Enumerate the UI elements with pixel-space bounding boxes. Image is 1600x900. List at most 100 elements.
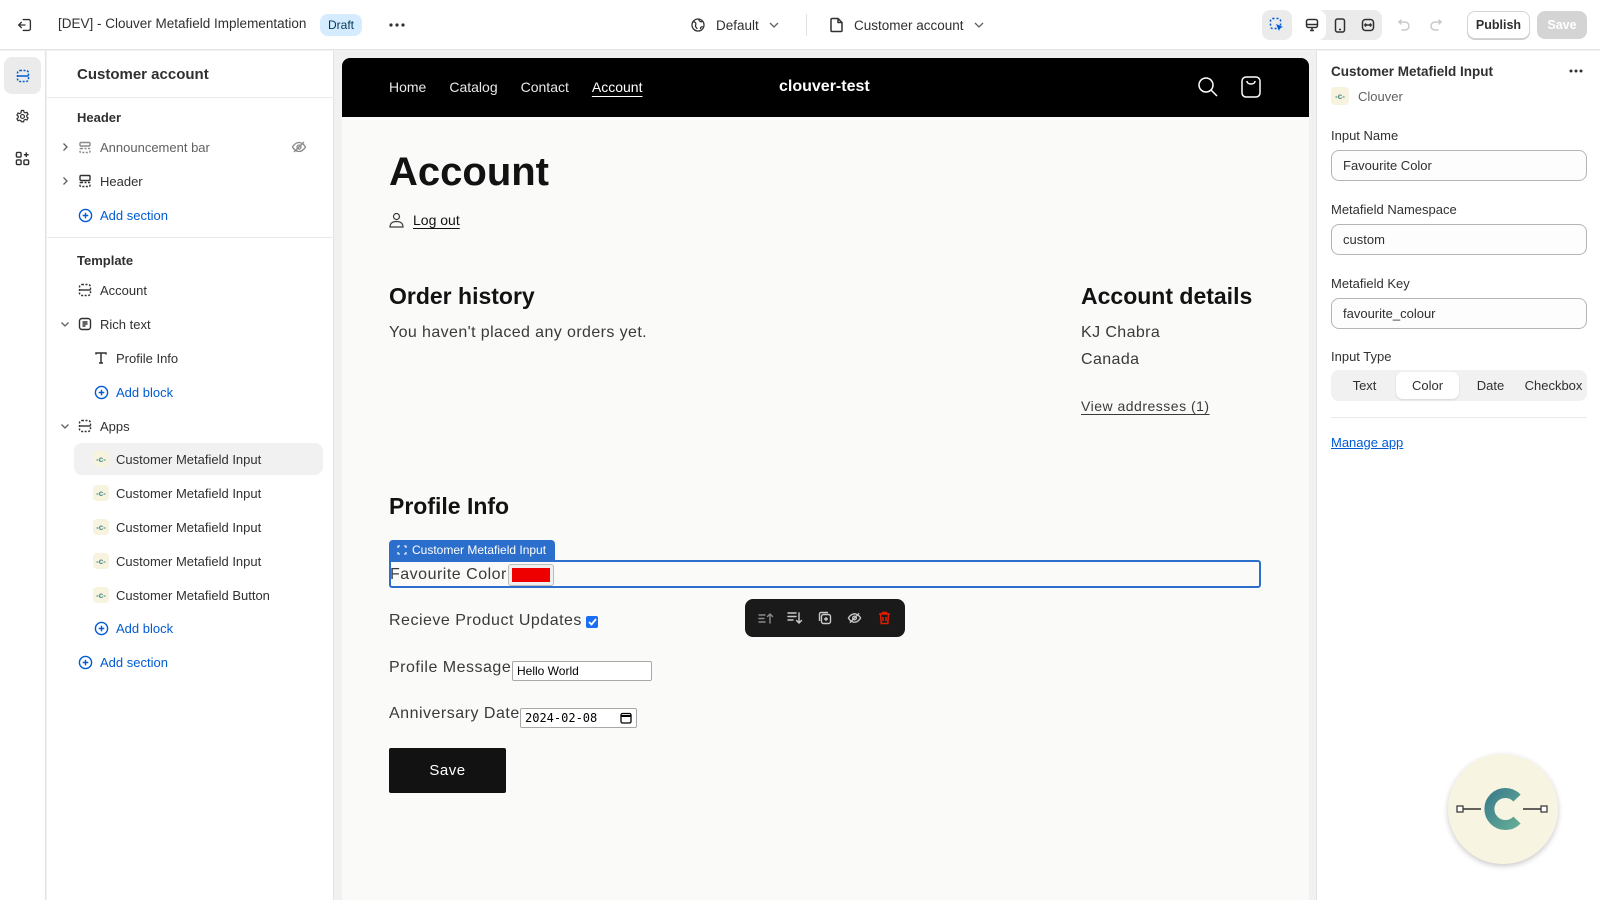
settings-icon bbox=[16, 109, 29, 123]
block-label: Customer Metafield Input bbox=[116, 553, 262, 569]
metafield-key-field[interactable] bbox=[1331, 298, 1587, 329]
undo-icon bbox=[1397, 19, 1410, 31]
more-horizontal-icon bbox=[389, 23, 405, 27]
desktop-view-button[interactable] bbox=[1298, 10, 1326, 40]
clouver-app-icon: -c- bbox=[93, 485, 109, 501]
add-block-apps-button[interactable]: Add block bbox=[93, 612, 317, 644]
page-icon bbox=[830, 17, 843, 33]
desktop-icon bbox=[1305, 18, 1319, 32]
favourite-color-label: Favourite Color bbox=[390, 566, 507, 583]
hide-block-button[interactable] bbox=[843, 606, 867, 630]
input-name-field[interactable] bbox=[1331, 150, 1587, 181]
publish-button[interactable]: Publish bbox=[1467, 11, 1530, 39]
rail-sections-button[interactable] bbox=[4, 57, 41, 94]
save-button[interactable]: Save bbox=[1537, 11, 1587, 39]
customer-name: KJ Chabra bbox=[1081, 324, 1161, 341]
store-name[interactable]: clouver-test bbox=[779, 78, 870, 96]
undo-button[interactable] bbox=[1392, 13, 1416, 37]
duplicate-button[interactable] bbox=[813, 606, 837, 630]
block-customer-metafield-input-1[interactable]: -c- Customer Metafield Input bbox=[74, 443, 323, 475]
inspector-toggle[interactable] bbox=[1262, 10, 1292, 40]
clouver-app-launcher[interactable] bbox=[1448, 754, 1558, 864]
profile-message-input[interactable] bbox=[512, 661, 652, 681]
input-type-checkbox[interactable]: Checkbox bbox=[1522, 372, 1585, 399]
nav-contact[interactable]: Contact bbox=[521, 79, 569, 95]
profile-info-heading: Profile Info bbox=[389, 493, 510, 519]
view-addresses-link[interactable]: View addresses (1) bbox=[1081, 398, 1210, 414]
store-nav: Home Catalog Contact Account bbox=[389, 79, 642, 95]
add-section-header-button[interactable]: Add section bbox=[77, 199, 317, 231]
hidden-eye-icon[interactable] bbox=[291, 139, 307, 155]
input-type-date[interactable]: Date bbox=[1459, 372, 1522, 399]
topbar-divider bbox=[806, 14, 807, 36]
section-account[interactable]: Account bbox=[77, 274, 317, 306]
plus-circle-icon bbox=[78, 655, 92, 669]
input-type-color[interactable]: Color bbox=[1396, 372, 1459, 399]
move-down-button[interactable] bbox=[783, 606, 807, 630]
sections-icon bbox=[16, 69, 29, 82]
rich-text-icon bbox=[78, 317, 92, 331]
logout-label[interactable]: Log out bbox=[413, 212, 460, 228]
section-label: Rich text bbox=[100, 316, 151, 332]
section-icon bbox=[79, 174, 91, 188]
add-block-rich-text-button[interactable]: Add block bbox=[93, 376, 317, 408]
add-section-template-button[interactable]: Add section bbox=[77, 646, 317, 678]
exit-button[interactable] bbox=[12, 12, 38, 38]
fullwidth-icon bbox=[1361, 18, 1375, 32]
inspect-cursor-icon bbox=[1269, 17, 1283, 31]
anniversary-date-input[interactable]: 2024-02-08 bbox=[520, 708, 637, 728]
profile-message-label: Profile Message bbox=[389, 659, 512, 676]
header-group-label: Header bbox=[77, 110, 122, 125]
section-announcement-bar[interactable]: Announcement bar bbox=[63, 131, 317, 163]
block-profile-info[interactable]: Profile Info bbox=[93, 342, 317, 374]
add-section-label: Add section bbox=[100, 207, 168, 223]
input-name-label: Input Name bbox=[1331, 128, 1399, 143]
theme-selector[interactable]: Default bbox=[690, 12, 779, 38]
block-customer-metafield-input-2[interactable]: -c- Customer Metafield Input bbox=[93, 477, 317, 509]
metafield-namespace-label: Metafield Namespace bbox=[1331, 202, 1457, 217]
block-frame-icon bbox=[397, 545, 407, 555]
favourite-color-input[interactable] bbox=[508, 564, 554, 586]
user-icon bbox=[389, 212, 404, 228]
nav-home[interactable]: Home bbox=[389, 79, 426, 95]
nav-account[interactable]: Account bbox=[592, 79, 643, 95]
chevron-down-icon bbox=[61, 424, 69, 429]
rail-apps-button[interactable] bbox=[4, 140, 41, 177]
section-rich-text[interactable]: Rich text bbox=[61, 308, 317, 340]
text-icon bbox=[95, 352, 107, 364]
profile-save-button[interactable]: Save bbox=[389, 748, 506, 793]
more-actions-button[interactable] bbox=[384, 12, 410, 38]
block-customer-metafield-button[interactable]: -c- Customer Metafield Button bbox=[93, 579, 317, 611]
rail-settings-button[interactable] bbox=[4, 98, 41, 135]
block-label: Customer Metafield Input bbox=[116, 519, 262, 535]
mobile-view-button[interactable] bbox=[1326, 10, 1354, 40]
logout-link[interactable]: Log out bbox=[389, 212, 460, 228]
fullscreen-view-button[interactable] bbox=[1354, 10, 1382, 40]
search-icon[interactable] bbox=[1197, 76, 1219, 98]
cart-icon[interactable] bbox=[1240, 75, 1262, 99]
page-selector[interactable]: Customer account bbox=[830, 12, 984, 38]
section-apps[interactable]: Apps bbox=[61, 410, 317, 442]
block-customer-metafield-input-4[interactable]: -c- Customer Metafield Input bbox=[93, 545, 317, 577]
section-label: Apps bbox=[100, 418, 130, 434]
settings-more-button[interactable] bbox=[1565, 61, 1587, 81]
delete-block-button[interactable] bbox=[872, 606, 896, 630]
anniversary-date-label: Anniversary Date bbox=[389, 705, 520, 722]
nav-catalog[interactable]: Catalog bbox=[449, 79, 497, 95]
calendar-icon[interactable] bbox=[620, 712, 632, 724]
move-up-icon bbox=[758, 613, 773, 624]
input-type-text[interactable]: Text bbox=[1333, 372, 1396, 399]
store-header: Home Catalog Contact Account clouver-tes… bbox=[342, 58, 1309, 117]
metafield-namespace-field[interactable] bbox=[1331, 224, 1587, 255]
manage-app-link[interactable]: Manage app bbox=[1331, 435, 1403, 450]
redo-button[interactable] bbox=[1424, 13, 1448, 37]
section-header[interactable]: Header bbox=[63, 165, 317, 197]
updates-checkbox[interactable] bbox=[586, 616, 598, 628]
chevron-right-icon bbox=[63, 177, 68, 185]
storefront-preview: Home Catalog Contact Account clouver-tes… bbox=[342, 58, 1309, 900]
chevron-right-icon bbox=[63, 143, 68, 151]
clouver-app-icon: -c- bbox=[93, 519, 109, 535]
move-up-button[interactable] bbox=[754, 606, 778, 630]
app-attribution: -c- Clouver bbox=[1331, 87, 1403, 105]
block-customer-metafield-input-3[interactable]: -c- Customer Metafield Input bbox=[93, 511, 317, 543]
